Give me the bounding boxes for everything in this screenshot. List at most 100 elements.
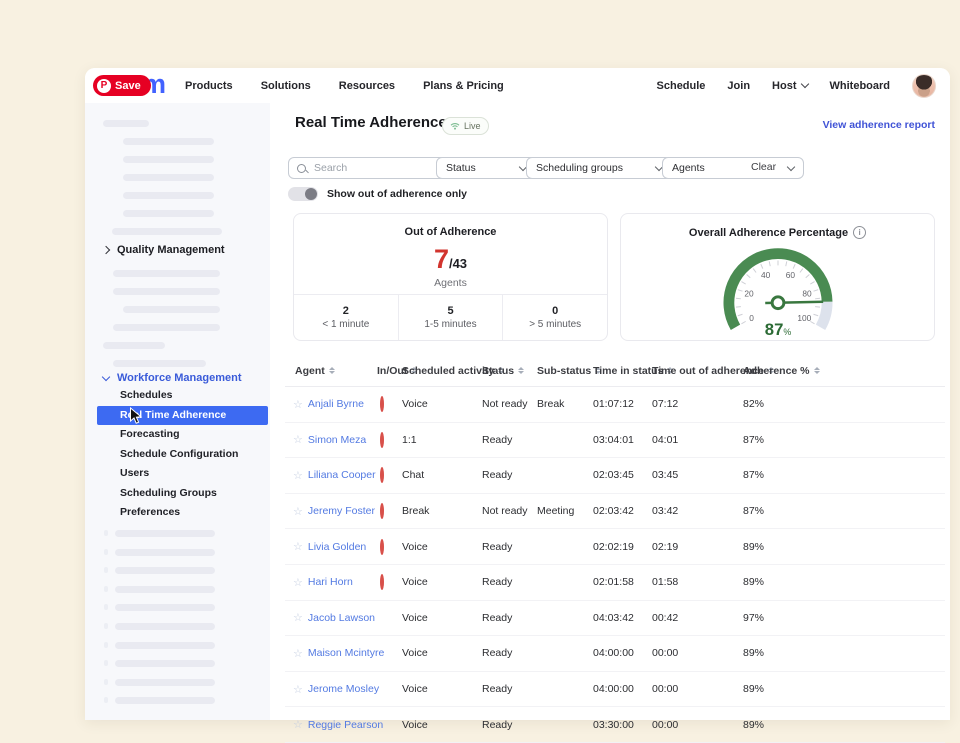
clear-filters-button[interactable]: Clear xyxy=(751,161,776,173)
column-header-adherence[interactable]: Adherence % xyxy=(743,365,810,377)
nav-right-links: Schedule Join Host Whiteboard xyxy=(657,68,936,103)
table-row[interactable]: ☆ Reggie Pearson Voice Ready 03:30:00 00… xyxy=(285,707,945,743)
scheduled-activity-cell: Voice xyxy=(402,576,482,588)
column-header-scheduled-activity[interactable]: Scheduled activity xyxy=(402,365,494,377)
skeleton-tick xyxy=(104,660,108,666)
nav-link-solutions[interactable]: Solutions xyxy=(261,80,311,92)
status-cell: Ready xyxy=(482,683,537,695)
table-row[interactable]: ☆ Maison Mcintyre Voice Ready 04:00:00 0… xyxy=(285,636,945,672)
gauge-tick-label: 40 xyxy=(761,270,771,280)
sub-status-cell: Break xyxy=(537,398,593,410)
star-icon[interactable]: ☆ xyxy=(293,647,303,660)
chevron-down-icon xyxy=(787,162,795,170)
nav-link-whiteboard[interactable]: Whiteboard xyxy=(830,80,891,92)
star-icon[interactable]: ☆ xyxy=(293,505,303,518)
column-header-status[interactable]: Status xyxy=(482,365,514,377)
sidebar-item-workforce-management[interactable]: Workforce Management xyxy=(103,372,242,384)
adherence-cell: 87% xyxy=(743,505,945,517)
skeleton-bar xyxy=(115,660,215,667)
star-icon[interactable]: ☆ xyxy=(293,683,303,696)
nav-link-plans-pricing[interactable]: Plans & Pricing xyxy=(423,80,504,92)
status-cell: Ready xyxy=(482,612,537,624)
table-row[interactable]: ☆ Hari Horn Voice Ready 02:01:58 01:58 8… xyxy=(285,565,945,601)
star-icon[interactable]: ☆ xyxy=(293,469,303,482)
time-out-of-adherence-cell: 00:00 xyxy=(652,683,743,695)
sidebar: Quality Management Workforce Management … xyxy=(85,103,270,720)
time-in-status-cell: 02:01:58 xyxy=(593,576,652,588)
star-icon[interactable]: ☆ xyxy=(293,611,303,624)
table-row[interactable]: ☆ Anjali Byrne Voice Not ready Break 01:… xyxy=(285,387,945,423)
agents-dropdown[interactable]: Agents xyxy=(662,157,804,179)
skeleton-tick xyxy=(104,549,108,555)
status-dropdown[interactable]: Status xyxy=(436,157,536,179)
star-icon[interactable]: ☆ xyxy=(293,398,303,411)
sidebar-item-quality-management[interactable]: Quality Management xyxy=(103,244,225,256)
out-of-adherence-count: 7/43 xyxy=(294,244,607,275)
skeleton-tick xyxy=(104,530,108,536)
table-row[interactable]: ☆ Jacob Lawson Voice Ready 04:03:42 00:4… xyxy=(285,601,945,637)
sidebar-item-schedule-configuration[interactable]: Schedule Configuration xyxy=(85,445,270,465)
out-of-adherence-unit: Agents xyxy=(294,277,607,289)
table-row[interactable]: ☆ Simon Meza 1:1 Ready 03:04:01 04:01 87… xyxy=(285,423,945,459)
star-icon[interactable]: ☆ xyxy=(293,540,303,553)
view-adherence-report-link[interactable]: View adherence report xyxy=(823,119,935,131)
sidebar-item-preferences[interactable]: Preferences xyxy=(85,503,270,523)
column-header-agent[interactable]: Agent xyxy=(295,365,325,377)
skeleton-tick xyxy=(104,697,108,703)
breakdown-cell: 0 > 5 minutes xyxy=(502,295,607,340)
skeleton-bar xyxy=(115,530,215,537)
table-row[interactable]: ☆ Jerome Mosley Voice Ready 04:00:00 00:… xyxy=(285,672,945,708)
table-row[interactable]: ☆ Liliana Cooper Chat Ready 02:03:45 03:… xyxy=(285,458,945,494)
nav-left-links: Products Solutions Resources Plans & Pricin… xyxy=(185,68,504,103)
agent-link[interactable]: Livia Golden xyxy=(308,541,366,553)
avatar[interactable] xyxy=(912,74,936,98)
agent-link[interactable]: Hari Horn xyxy=(308,576,353,588)
show-out-of-adherence-toggle[interactable] xyxy=(288,187,318,201)
sort-icon[interactable] xyxy=(518,367,524,375)
agent-link[interactable]: Liliana Cooper xyxy=(308,469,376,481)
agent-link[interactable]: Simon Meza xyxy=(308,434,366,446)
sort-icon[interactable] xyxy=(814,367,820,375)
nav-link-schedule[interactable]: Schedule xyxy=(657,80,706,92)
star-icon[interactable]: ☆ xyxy=(293,718,303,731)
sidebar-item-schedules[interactable]: Schedules xyxy=(85,386,270,406)
star-icon[interactable]: ☆ xyxy=(293,433,303,446)
sidebar-item-scheduling-groups[interactable]: Scheduling Groups xyxy=(85,484,270,504)
time-out-of-adherence-cell: 03:45 xyxy=(652,469,743,481)
skeleton-tick xyxy=(104,586,108,592)
toggle-knob xyxy=(305,188,317,200)
sort-icon[interactable] xyxy=(329,367,335,375)
breakdown-value: 0 xyxy=(552,305,558,317)
column-header-sub-status[interactable]: Sub-status xyxy=(537,365,591,377)
sidebar-item-real-time-adherence[interactable]: Real Time Adherence xyxy=(97,406,268,426)
out-of-adherence-card: Out of Adherence 7/43 Agents 2 < 1 minut… xyxy=(293,213,608,341)
nav-link-resources[interactable]: Resources xyxy=(339,80,395,92)
toggle-row: Show out of adherence only xyxy=(288,187,467,201)
pinterest-save-button[interactable]: P Save xyxy=(93,75,151,96)
sidebar-item-users[interactable]: Users xyxy=(85,464,270,484)
skeleton-tick xyxy=(104,642,108,648)
skeleton-tick xyxy=(104,679,108,685)
star-icon[interactable]: ☆ xyxy=(293,576,303,589)
skeleton-tick xyxy=(104,567,108,573)
nav-link-products[interactable]: Products xyxy=(185,80,233,92)
table-row[interactable]: ☆ Livia Golden Voice Ready 02:02:19 02:1… xyxy=(285,529,945,565)
nav-link-join[interactable]: Join xyxy=(727,80,750,92)
agent-link[interactable]: Jerome Mosley xyxy=(308,683,379,695)
agent-link[interactable]: Jeremy Foster xyxy=(308,505,375,517)
sidebar-item-forecasting[interactable]: Forecasting xyxy=(85,425,270,445)
status-cell: Not ready xyxy=(482,398,537,410)
gauge-tick-label: 20 xyxy=(744,288,754,298)
adherence-cell: 89% xyxy=(743,541,945,553)
agent-link[interactable]: Anjali Byrne xyxy=(308,398,364,410)
search-input[interactable] xyxy=(312,161,437,175)
out-of-adherence-title: Out of Adherence xyxy=(294,226,607,238)
table-row[interactable]: ☆ Jeremy Foster Break Not ready Meeting … xyxy=(285,494,945,530)
agent-link[interactable]: Reggie Pearson xyxy=(308,719,383,731)
agent-link[interactable]: Jacob Lawson xyxy=(308,612,375,624)
scheduling-groups-dropdown[interactable]: Scheduling groups xyxy=(526,157,672,179)
skeleton-bar xyxy=(123,138,214,145)
agent-link[interactable]: Maison Mcintyre xyxy=(308,647,384,659)
nav-link-host[interactable]: Host xyxy=(772,80,807,92)
breakdown-label: > 5 minutes xyxy=(529,319,581,330)
